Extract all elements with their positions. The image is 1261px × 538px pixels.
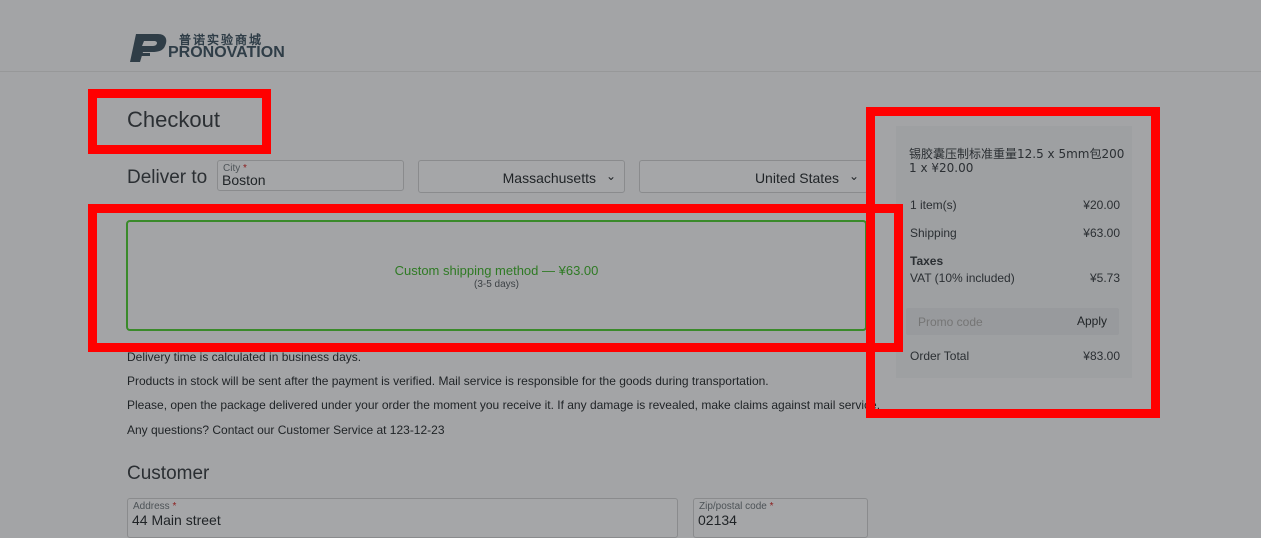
site-header: 普诺实验商城 PRONOVATION bbox=[0, 0, 1261, 72]
state-select-value: Massachusetts bbox=[502, 170, 596, 186]
address-field[interactable]: Address * bbox=[127, 498, 678, 538]
city-input[interactable] bbox=[222, 172, 398, 188]
zip-field[interactable]: Zip/postal code * bbox=[693, 498, 868, 538]
summary-items-row: 1 item(s) ¥20.00 bbox=[910, 198, 1120, 212]
zip-input[interactable] bbox=[698, 512, 863, 528]
city-field[interactable]: City * bbox=[217, 160, 404, 191]
chevron-down-icon: ⌄ bbox=[848, 169, 859, 183]
chevron-down-icon: ⌄ bbox=[605, 169, 616, 183]
info-line: Please, open the package delivered under… bbox=[127, 398, 881, 412]
country-select-value: United States bbox=[754, 170, 839, 186]
summary-product-qty: 1 x ¥20.00 bbox=[909, 161, 974, 175]
apply-promo-button[interactable]: Apply bbox=[1077, 314, 1107, 328]
info-line: Any questions? Contact our Customer Serv… bbox=[127, 423, 445, 437]
customer-section-title: Customer bbox=[127, 463, 210, 484]
info-line: Delivery time is calculated in business … bbox=[127, 350, 362, 364]
summary-product: 锡胶囊压制标准重量12.5 x 5mm包200 1 x ¥20.00 bbox=[909, 147, 1124, 175]
summary-total-value: ¥83.00 bbox=[1083, 349, 1120, 363]
summary-taxes-label: Taxes bbox=[910, 254, 944, 268]
summary-total-label: Order Total bbox=[910, 349, 970, 363]
summary-items-value: ¥20.00 bbox=[1083, 198, 1120, 212]
deliver-to-label: Deliver to bbox=[127, 167, 208, 188]
summary-vat-value: ¥5.73 bbox=[1089, 271, 1120, 285]
summary-total-row: Order Total ¥83.00 bbox=[910, 349, 1120, 363]
zip-field-label: Zip/postal code * bbox=[699, 501, 774, 512]
info-line: Products in stock will be sent after the… bbox=[127, 374, 769, 388]
summary-taxes-heading: Taxes bbox=[910, 254, 1120, 268]
shipping-method-days: (3-5 days) bbox=[473, 279, 519, 290]
promo-code-input[interactable] bbox=[918, 315, 1058, 329]
address-field-label: Address * bbox=[133, 501, 177, 512]
promo-code-group: Apply bbox=[906, 308, 1119, 335]
summary-items-label: 1 item(s) bbox=[910, 198, 957, 212]
address-input[interactable] bbox=[132, 512, 654, 528]
order-summary: 锡胶囊压制标准重量12.5 x 5mm包200 1 x ¥20.00 1 ite… bbox=[896, 126, 1132, 378]
brand-logo[interactable]: 普诺实验商城 PRONOVATION bbox=[128, 30, 288, 64]
pronovation-logo-icon bbox=[130, 34, 167, 62]
summary-shipping-value: ¥63.00 bbox=[1083, 226, 1120, 240]
summary-vat-label: VAT (10% included) bbox=[910, 271, 1015, 285]
shipping-method-name: Custom shipping method — ¥63.00 bbox=[394, 263, 599, 278]
page-title: Checkout bbox=[127, 107, 220, 132]
state-select[interactable]: Massachusetts ⌄ bbox=[418, 160, 625, 193]
summary-vat-row: VAT (10% included) ¥5.73 bbox=[910, 271, 1120, 285]
shipping-method-option[interactable]: Custom shipping method — ¥63.00 (3-5 day… bbox=[126, 220, 867, 331]
country-select[interactable]: United States ⌄ bbox=[639, 160, 868, 193]
brand-name-en: PRONOVATION bbox=[168, 44, 285, 61]
summary-shipping-label: Shipping bbox=[910, 226, 957, 240]
summary-product-name[interactable]: 锡胶囊压制标准重量12.5 x 5mm包200 bbox=[909, 147, 1124, 161]
summary-shipping-row: Shipping ¥63.00 bbox=[910, 226, 1120, 240]
